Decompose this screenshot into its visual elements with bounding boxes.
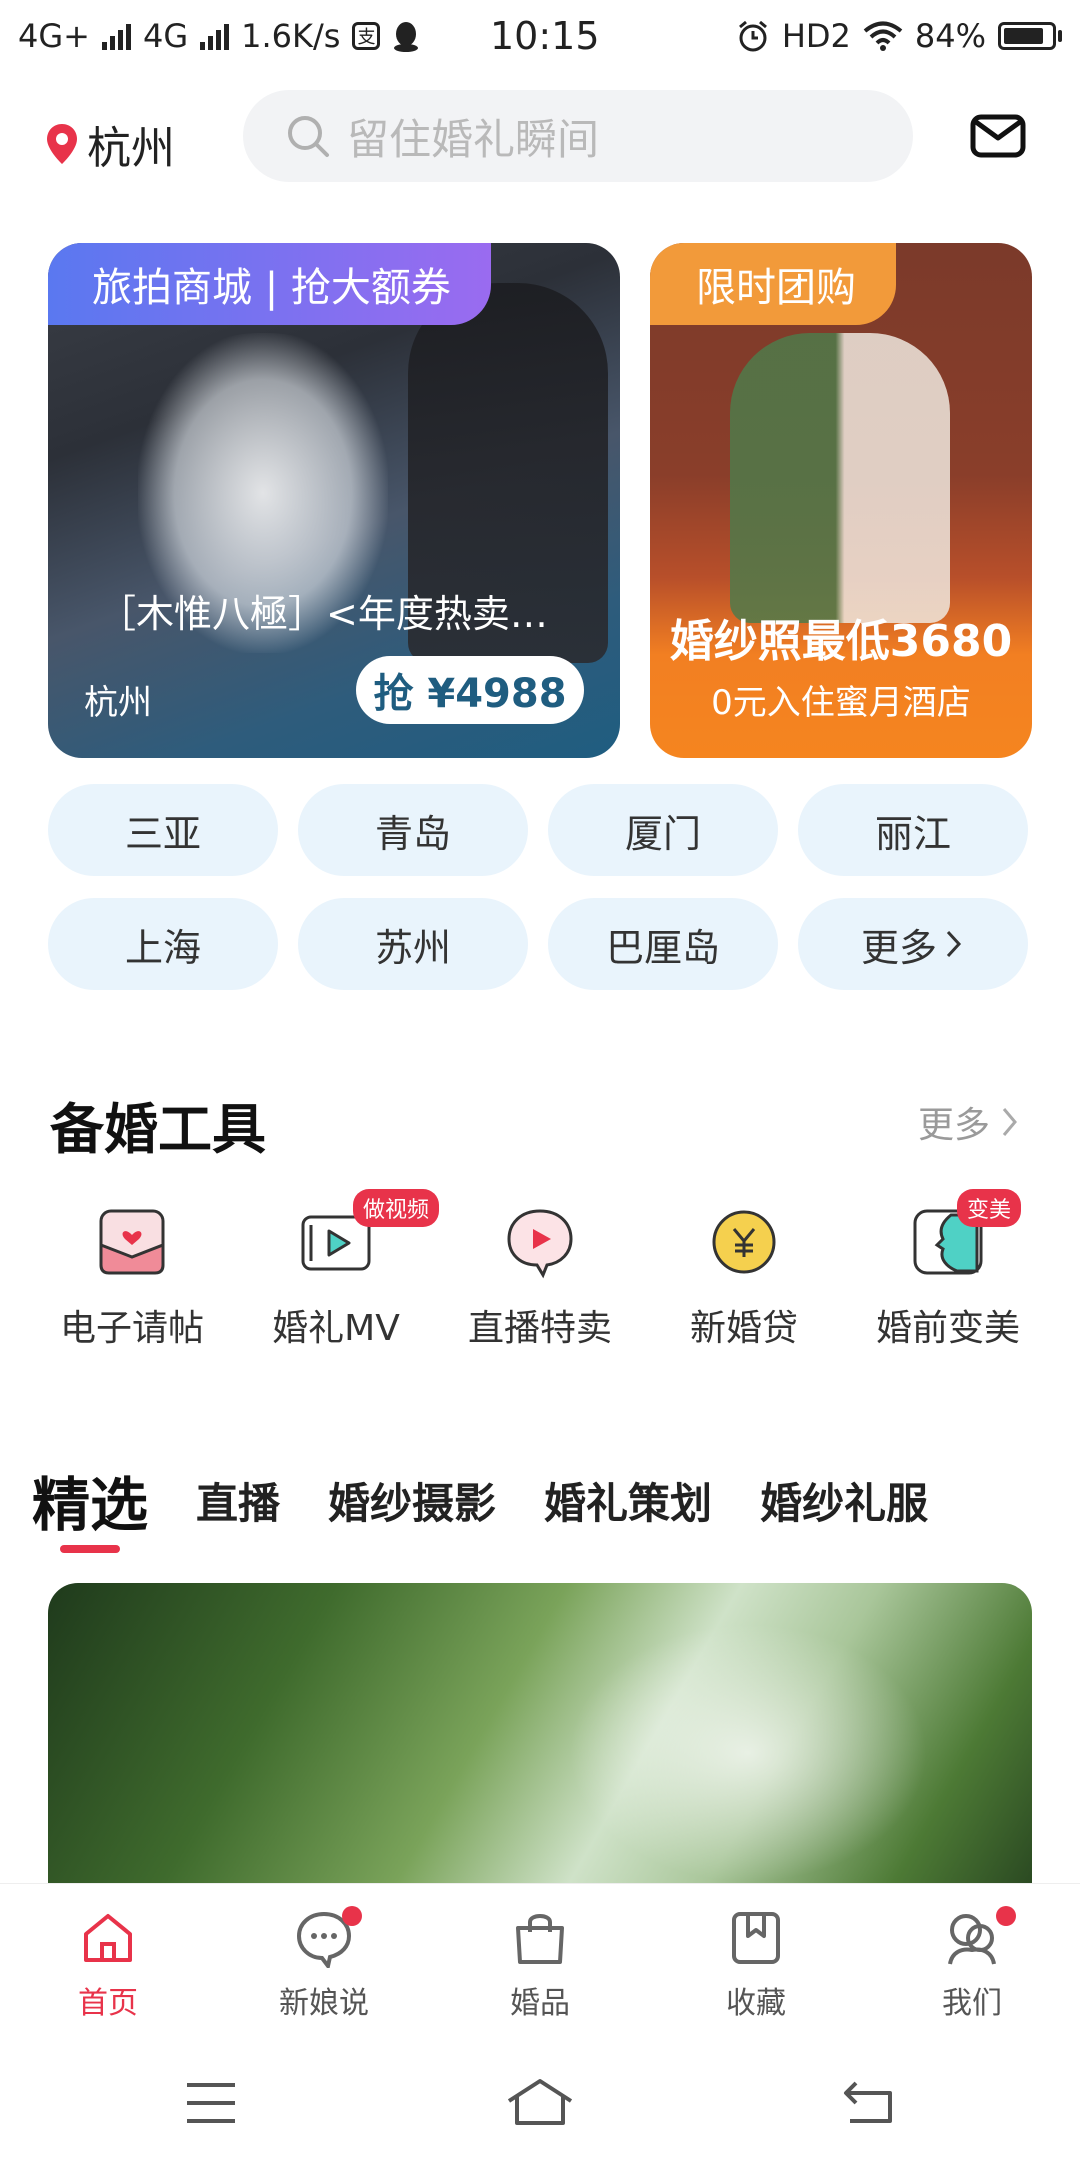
back-icon[interactable] — [840, 2079, 896, 2125]
city-chip-bali[interactable]: 巴厘岛 — [548, 898, 778, 990]
clock: 10:15 — [490, 14, 600, 58]
nav-wedding-goods[interactable]: 婚品 — [432, 1884, 648, 2044]
nav-home[interactable]: 首页 — [0, 1884, 216, 2044]
banner-headline: 婚纱照最低3680 — [669, 616, 1013, 667]
bookmark-icon — [732, 1912, 780, 1964]
city-name: 杭州 — [87, 123, 175, 174]
city-chip-suzhou[interactable]: 苏州 — [298, 898, 528, 990]
nav-label: 新娘说 — [279, 1986, 369, 2021]
network-type-1: 4G+ — [18, 17, 90, 55]
status-left: 4G+ 4G 1.6K/s 支 — [18, 17, 420, 55]
nav-label: 首页 — [78, 1986, 138, 2021]
tab-live[interactable]: 直播 — [196, 1470, 280, 1531]
city-chip-xiamen[interactable]: 厦门 — [548, 784, 778, 876]
tab-wedding-planning[interactable]: 婚礼策划 — [544, 1470, 712, 1531]
tab-wedding-photography[interactable]: 婚纱摄影 — [328, 1470, 496, 1531]
hd-indicator: HD2 — [781, 17, 851, 55]
feed-card-image[interactable] — [48, 1583, 1032, 1883]
tool-badge: 做视频 — [353, 1189, 440, 1227]
tools-more-link[interactable]: 更多 — [918, 1096, 1020, 1148]
system-navigation-bar — [0, 2043, 1080, 2160]
mail-icon[interactable] — [970, 114, 1026, 158]
location-pin-icon — [47, 124, 77, 164]
people-icon — [948, 1914, 996, 1965]
city-selector[interactable]: 杭州 — [45, 112, 175, 176]
tool-invitation[interactable]: 电子请帖 — [42, 1205, 222, 1351]
couple-photo — [730, 333, 950, 623]
signal-icon — [101, 22, 131, 50]
battery-icon — [998, 22, 1062, 50]
nav-bride-talk[interactable]: 新娘说 — [216, 1884, 432, 2044]
more-cities-label: 更多 — [860, 925, 937, 970]
live-chat-icon — [503, 1205, 577, 1279]
yuan-coin-icon — [707, 1205, 781, 1279]
payment-icon: 支 — [352, 22, 381, 50]
system-home-icon[interactable] — [505, 2077, 575, 2127]
video-play-icon: 做视频 — [299, 1189, 440, 1279]
battery-percent: 84% — [914, 17, 986, 55]
chevron-right-icon — [946, 930, 962, 958]
nav-label: 收藏 — [726, 1986, 786, 2021]
tool-label: 电子请帖 — [59, 1308, 204, 1349]
chevron-right-icon — [1002, 1108, 1017, 1136]
home-icon — [84, 1914, 132, 1962]
tool-live-sale[interactable]: 直播特卖 — [450, 1205, 630, 1351]
alarm-icon — [738, 20, 767, 52]
search-icon — [288, 116, 329, 157]
city-chip-lijiang[interactable]: 丽江 — [798, 784, 1028, 876]
menu-icon[interactable] — [185, 2081, 237, 2125]
network-speed: 1.6K/s — [241, 17, 341, 55]
active-tab-indicator — [60, 1545, 120, 1553]
buy-price-button[interactable]: 抢 ¥4988 — [356, 656, 584, 724]
status-right: HD2 84% — [736, 17, 1062, 55]
search-bar[interactable]: 留住婚礼瞬间 — [243, 90, 913, 182]
city-chip-shanghai[interactable]: 上海 — [48, 898, 278, 990]
city-chip-qingdao[interactable]: 青岛 — [298, 784, 528, 876]
beauty-face-icon: 变美 — [911, 1189, 1022, 1279]
network-type-2: 4G — [142, 17, 189, 55]
banner-city: 杭州 — [84, 683, 152, 723]
city-chip-more[interactable]: 更多 — [798, 898, 1028, 990]
tools-section-title: 备婚工具 — [50, 1098, 266, 1161]
tool-label: 婚前变美 — [875, 1308, 1020, 1349]
invitation-icon — [95, 1205, 169, 1279]
notification-dot — [996, 1906, 1016, 1926]
city-chip-sanya[interactable]: 三亚 — [48, 784, 278, 876]
promo-banner-group-buy[interactable]: 限时团购 婚纱照最低3680 0元入住蜜月酒店 — [650, 243, 1032, 758]
feed-tabs: 精选 直播 婚纱摄影 婚礼策划 婚纱礼服 — [32, 1460, 928, 1540]
banner-title: ［木惟八極］<年度热卖… — [98, 592, 548, 636]
notification-dot — [342, 1906, 362, 1926]
shopping-bag-icon — [516, 1914, 564, 1964]
banner-tag: 限时团购 — [650, 243, 896, 325]
status-bar: 4G+ 4G 1.6K/s 支 10:15 HD2 84% — [0, 0, 1080, 72]
penguin-icon — [394, 22, 419, 52]
search-placeholder: 留住婚礼瞬间 — [347, 114, 600, 164]
nav-favorites[interactable]: 收藏 — [648, 1884, 864, 2044]
banner-tag: 旅拍商城 | 抢大额券 — [48, 243, 491, 325]
nav-label: 婚品 — [510, 1986, 570, 2021]
forest-light — [568, 1623, 928, 1883]
tool-label: 直播特卖 — [467, 1308, 612, 1349]
signal-icon-2 — [200, 22, 230, 50]
tool-wedding-mv[interactable]: 做视频 婚礼MV — [246, 1189, 440, 1351]
wifi-icon — [863, 21, 903, 51]
tool-wedding-loan[interactable]: 新婚贷 — [654, 1205, 834, 1351]
tool-label: 新婚贷 — [689, 1308, 798, 1349]
more-label: 更多 — [918, 1105, 991, 1146]
promo-banner-travel[interactable]: 旅拍商城 | 抢大额券 ［木惟八極］<年度热卖… 杭州 抢 ¥4988 — [48, 243, 620, 758]
tab-wedding-dress[interactable]: 婚纱礼服 — [760, 1470, 928, 1531]
tool-beauty[interactable]: 变美 婚前变美 — [858, 1189, 1038, 1351]
nav-label: 我们 — [942, 1986, 1002, 2021]
nav-us[interactable]: 我们 — [864, 1884, 1080, 2044]
bottom-nav: 首页 新娘说 婚品 收藏 我们 — [0, 1883, 1080, 2044]
banner-subline: 0元入住蜜月酒店 — [711, 683, 971, 723]
tool-badge: 变美 — [957, 1189, 1022, 1227]
header: 杭州 留住婚礼瞬间 — [0, 90, 1080, 190]
tool-label: 婚礼MV — [272, 1308, 400, 1349]
tab-featured[interactable]: 精选 — [32, 1458, 148, 1542]
